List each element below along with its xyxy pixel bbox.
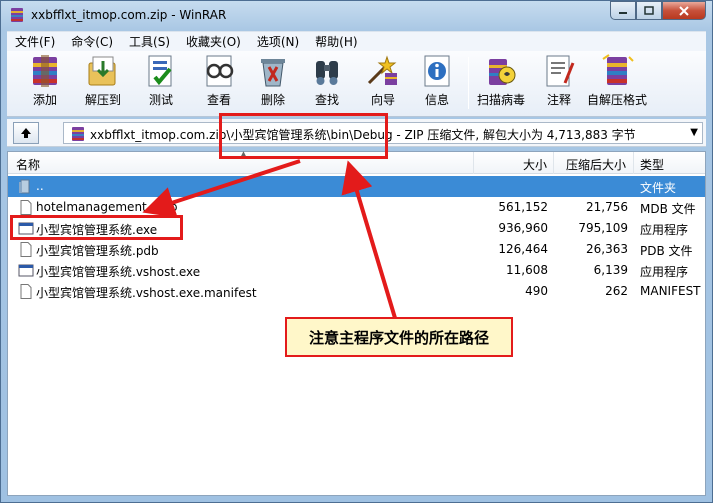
- annotation-arrows: [142, 159, 397, 319]
- annotation-callout: 注意主程序文件的所在路径: [285, 317, 513, 357]
- arrow-to-exe: [142, 159, 301, 218]
- arrow-to-path: [341, 160, 397, 319]
